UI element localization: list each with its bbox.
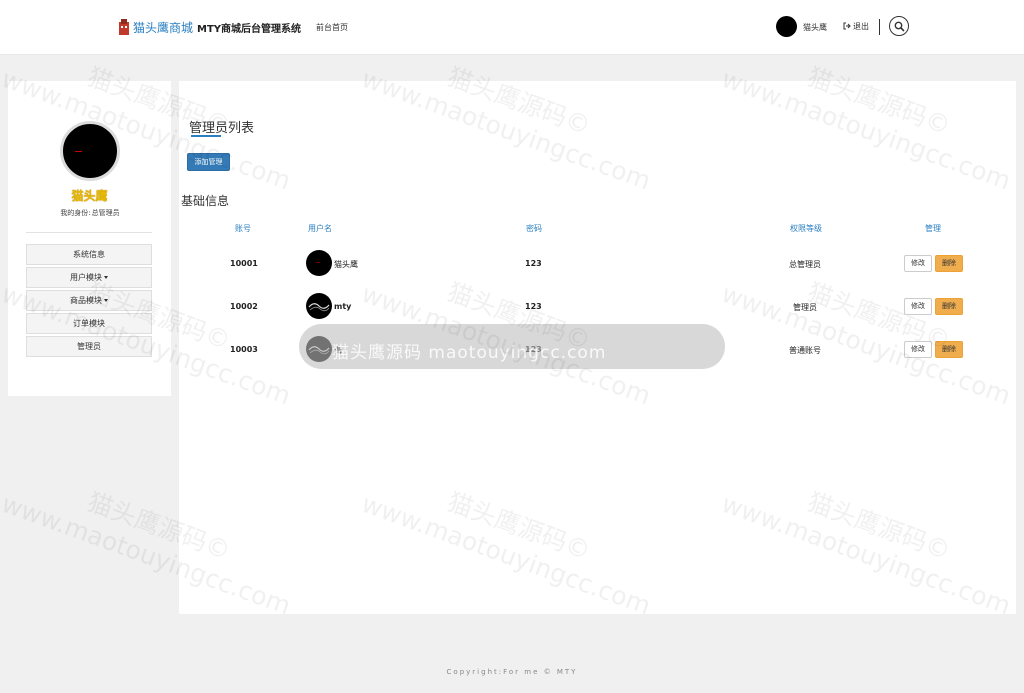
sidebar-item-label: 订单模块 — [73, 319, 105, 328]
row-account: 10002 — [230, 302, 258, 311]
sidebar-item-label: 商品模块 — [70, 296, 102, 305]
caret-down-icon — [104, 299, 108, 302]
row-password: 123 — [525, 259, 542, 268]
edit-button[interactable]: 修改 — [904, 255, 932, 272]
front-home-link[interactable]: 前台首页 — [316, 22, 348, 33]
owl-logo-icon — [119, 19, 129, 35]
column-header-account: 账号 — [235, 224, 251, 233]
logout-icon — [843, 22, 851, 30]
sidebar-item-user-module[interactable]: 用户模块 — [26, 267, 152, 288]
search-button[interactable] — [889, 16, 909, 36]
row-username: mty — [334, 302, 352, 311]
row-account: 10003 — [230, 345, 258, 354]
sidebar-item-label: 用户模块 — [70, 273, 102, 282]
system-title: MTY商城后台管理系统 — [197, 24, 302, 35]
delete-button[interactable]: 删除 — [935, 298, 963, 315]
header-divider — [879, 19, 880, 35]
sidebar-avatar — [60, 121, 120, 181]
sidebar-divider — [26, 232, 152, 233]
role-value: 总管理员 — [91, 209, 120, 217]
avatar[interactable] — [776, 16, 797, 37]
sidebar-menu: 系统信息 用户模块 商品模块 订单模块 管理员 — [26, 244, 152, 359]
row-password: 123 — [525, 302, 542, 311]
title-underline — [191, 135, 221, 137]
header-username[interactable]: 猫头鹰 — [803, 22, 827, 33]
logout-button[interactable]: 退出 — [843, 21, 869, 32]
row-level: 管理员 — [793, 303, 817, 312]
sidebar: 猫头鹰 我的身份:总管理员 系统信息 用户模块 商品模块 订单模块 管理员 — [8, 81, 171, 396]
page-title: 管理员列表 — [189, 121, 255, 136]
column-header-manage: 管理 — [925, 224, 941, 233]
row-account: 10001 — [230, 259, 258, 268]
row-level: 总管理员 — [789, 260, 821, 269]
user-avatar — [306, 293, 332, 319]
row-level: 普通账号 — [789, 346, 821, 355]
sidebar-username: 猫头鹰 — [71, 189, 108, 203]
delete-button[interactable]: 删除 — [935, 255, 963, 272]
user-avatar — [306, 250, 332, 276]
edit-button[interactable]: 修改 — [904, 341, 932, 358]
sidebar-item-admin[interactable]: 管理员 — [26, 336, 152, 357]
logout-label: 退出 — [853, 22, 869, 31]
delete-button[interactable]: 删除 — [935, 341, 963, 358]
sidebar-item-order-module[interactable]: 订单模块 — [26, 313, 152, 334]
sidebar-item-label: 系统信息 — [73, 250, 105, 259]
sidebar-role: 我的身份:总管理员 — [8, 208, 171, 218]
row-username: 猫头鹰 — [334, 260, 358, 269]
column-header-username: 用户名 — [308, 224, 332, 233]
sidebar-item-system-info[interactable]: 系统信息 — [26, 244, 152, 265]
column-header-level: 权限等级 — [790, 224, 822, 233]
top-navbar: 猫头鹰商城 MTY商城后台管理系统 前台首页 猫头鹰 退出 — [0, 0, 1024, 55]
add-admin-button[interactable]: 添加管理 — [187, 153, 230, 171]
role-label: 我的身份: — [60, 209, 91, 217]
column-header-password: 密码 — [526, 224, 542, 233]
edit-button[interactable]: 修改 — [904, 298, 932, 315]
caret-down-icon — [104, 276, 108, 279]
logo-text[interactable]: 猫头鹰商城 — [133, 19, 193, 36]
section-title: 基础信息 — [181, 194, 230, 208]
footer-copyright: Copyright:For me © MTY — [446, 668, 578, 676]
sidebar-item-product-module[interactable]: 商品模块 — [26, 290, 152, 311]
watermark-banner-text: 猫头鹰源码 maotouyingcc.com — [332, 343, 607, 363]
sidebar-item-label: 管理员 — [77, 342, 101, 351]
search-icon — [894, 21, 905, 32]
